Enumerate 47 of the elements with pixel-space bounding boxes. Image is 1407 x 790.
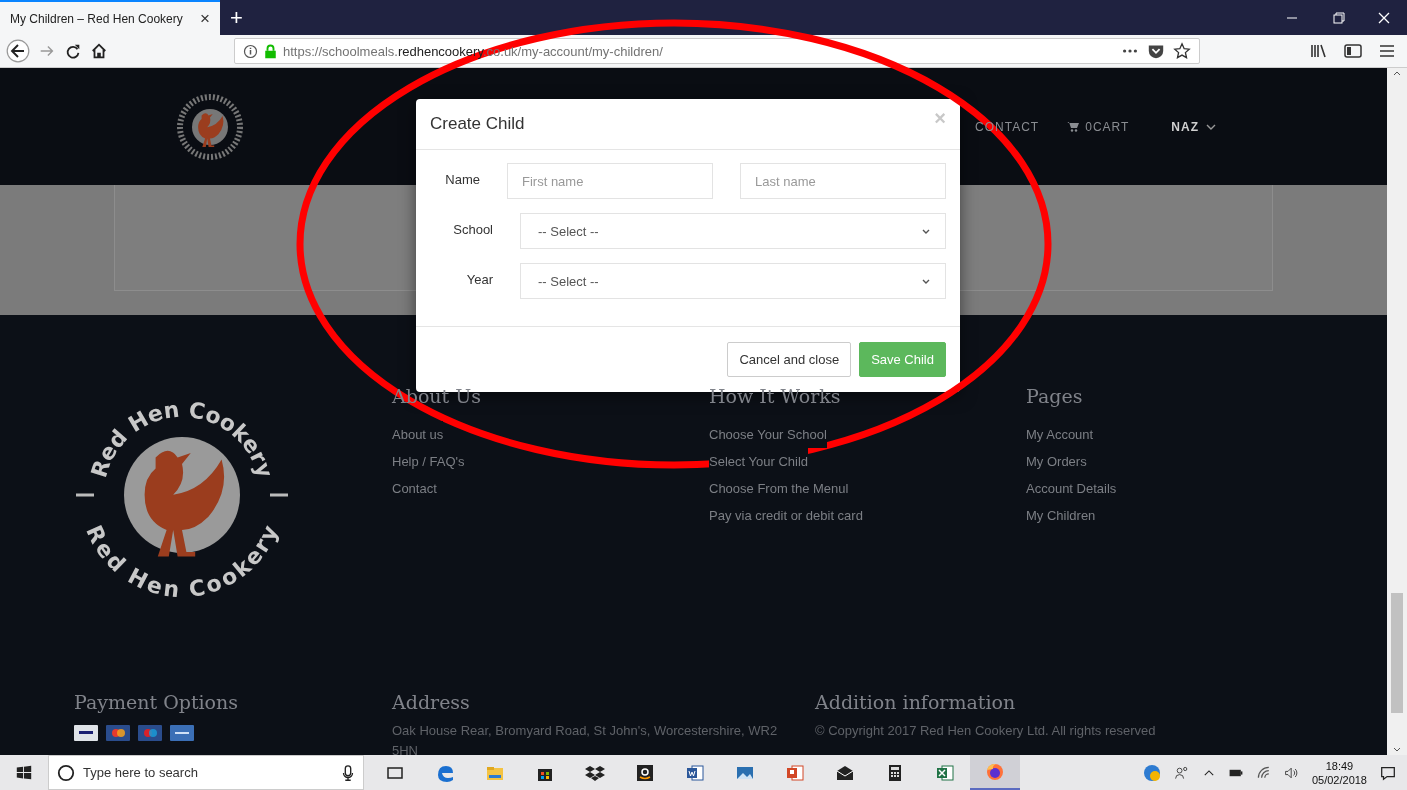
cart-icon [1067, 121, 1080, 132]
payment-card-icon [138, 725, 162, 741]
footer-heading: How It Works [709, 385, 842, 407]
footer-heading: Payment Options [74, 691, 239, 713]
new-tab-button[interactable]: + [220, 0, 253, 35]
cancel-button[interactable]: Cancel and close [727, 342, 852, 377]
tab-close-button[interactable]: × [200, 8, 210, 29]
dialog-title: Create Child [430, 114, 525, 134]
field-label: Name [444, 171, 480, 187]
info-icon [243, 43, 258, 59]
browser-tab[interactable]: My Children – Red Hen Cookery × [0, 0, 220, 35]
microphone-icon[interactable] [341, 763, 355, 782]
text-input[interactable]: First name [507, 163, 713, 199]
help-icon[interactable] [1141, 762, 1162, 783]
select-dropdown[interactable]: -- Select -- [520, 213, 946, 249]
chevron-down-icon [921, 277, 931, 285]
copyright-text: © Copyright 2017 Red Hen Cookery Ltd. All rights reserved [815, 722, 1156, 740]
payment-card-icon [74, 725, 98, 741]
taskbar-clock[interactable]: 18:49 05/02/2018 [1311, 758, 1367, 787]
field-label: Year [465, 271, 493, 287]
address-text: Oak House Rear, Bromyard Road, St John's, Worcestershire, WR2 5HN [392, 722, 779, 755]
star-icon[interactable] [1173, 42, 1191, 60]
wifi-icon[interactable] [1255, 764, 1272, 781]
footer-heading: Pages [1026, 385, 1084, 407]
footer-heading: Addition information [815, 691, 1016, 713]
sidebar-icon[interactable] [1343, 41, 1363, 61]
scrollbar[interactable] [1387, 68, 1407, 755]
footer-heading: Address [392, 691, 470, 713]
reload-icon[interactable] [64, 42, 82, 60]
cortana-icon [57, 763, 75, 782]
taskbar-search-field[interactable]: Type here to search [48, 755, 364, 790]
lock-icon [263, 43, 278, 59]
scroll-thumb[interactable] [1391, 593, 1403, 713]
account-menu[interactable]: NAZ [1171, 119, 1217, 134]
home-icon[interactable] [90, 42, 108, 60]
payment-card-icon [106, 725, 130, 741]
back-icon[interactable] [6, 39, 30, 63]
payment-card-icon [170, 725, 194, 741]
people-icon[interactable] [1173, 764, 1190, 781]
logo-icon[interactable] [175, 91, 245, 162]
cart-link[interactable]: 0CART [1067, 119, 1130, 134]
windows-start-icon[interactable] [15, 763, 33, 782]
text-input[interactable]: Last name [740, 163, 946, 199]
field-label: School [452, 221, 493, 237]
select-dropdown[interactable]: -- Select -- [520, 263, 946, 299]
chevron-down-icon [921, 227, 931, 235]
chevron-down-icon [1205, 122, 1217, 131]
